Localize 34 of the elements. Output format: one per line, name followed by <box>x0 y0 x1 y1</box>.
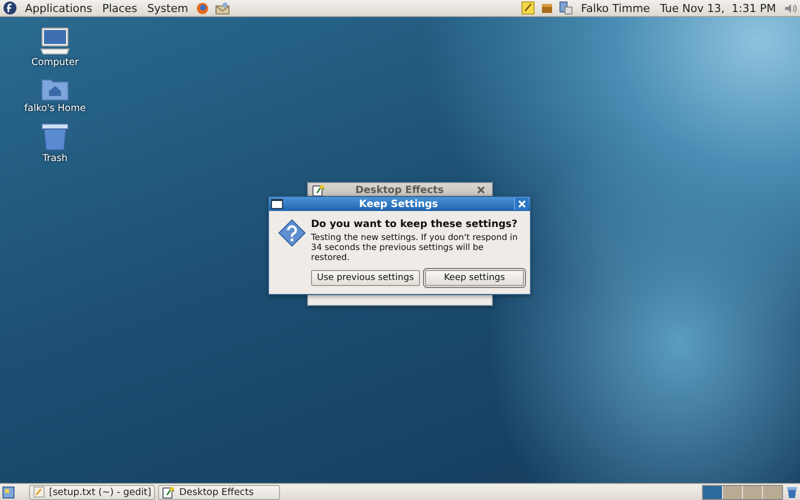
logo-icon[interactable] <box>3 1 17 15</box>
effects-icon <box>312 184 325 196</box>
desktop-icon-label[interactable]: Computer <box>31 57 79 68</box>
effects-icon <box>162 486 176 498</box>
revert-button[interactable]: Use previous settings <box>311 270 420 286</box>
dialog-heading: Do you want to keep these settings? <box>311 219 518 230</box>
taskbar-button[interactable]: Desktop Effects <box>158 484 280 500</box>
trash-icon[interactable] <box>41 123 69 151</box>
mail-icon[interactable] <box>215 2 230 14</box>
text-editor-icon <box>33 486 45 498</box>
package-icon[interactable] <box>540 2 553 14</box>
desktop-icon-label[interactable]: Trash <box>42 153 68 164</box>
notepad-icon[interactable] <box>520 1 535 15</box>
question-icon <box>278 219 306 247</box>
keep-button[interactable]: Keep settings <box>424 270 524 286</box>
close-button[interactable] <box>514 198 528 210</box>
menu-item[interactable]: Applications <box>23 2 94 14</box>
network-icon[interactable] <box>558 1 573 15</box>
computer-icon[interactable] <box>40 27 70 55</box>
window-title: Desktop Effects <box>354 184 445 196</box>
window-title: Keep Settings <box>358 198 439 210</box>
show-desktop-icon[interactable] <box>2 486 15 498</box>
browser-icon[interactable] <box>196 2 210 14</box>
trash-icon[interactable] <box>786 486 798 498</box>
menu-item[interactable]: System <box>145 2 190 14</box>
home-folder-icon[interactable] <box>41 77 69 101</box>
taskbar-button[interactable]: [setup.txt (~) - gedit] <box>29 484 156 500</box>
volume-icon[interactable] <box>784 2 797 14</box>
dialog-message: Testing the new settings. If you don't respond in 34 seconds the previous settings will be restored. <box>311 233 519 263</box>
window-menu-icon[interactable] <box>271 199 283 209</box>
clock[interactable]: Tue Nov 13, 1:31 PM <box>658 2 778 14</box>
menu-item[interactable]: Places <box>100 2 140 14</box>
user-name[interactable]: Falko Timme <box>578 2 652 14</box>
desktop-icon-label[interactable]: falko's Home <box>24 103 86 114</box>
